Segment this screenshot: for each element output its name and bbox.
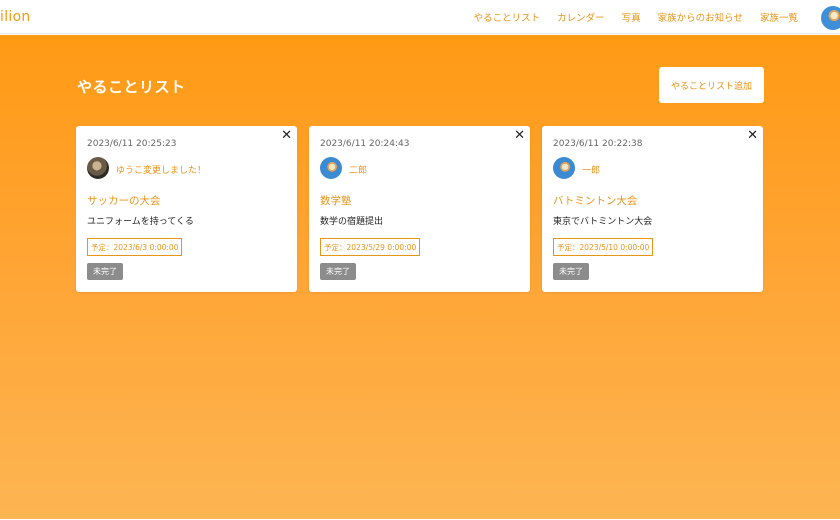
card-title[interactable]: サッカーの大会 bbox=[87, 193, 161, 208]
close-icon[interactable]: ✕ bbox=[514, 128, 525, 144]
status-button[interactable]: 未完了 bbox=[320, 263, 356, 280]
card-user-name[interactable]: 一郎 bbox=[582, 163, 600, 176]
photo-avatar bbox=[87, 157, 109, 179]
nav-link-family-list[interactable]: 家族一覧 bbox=[760, 10, 798, 24]
top-navbar: ilion やることリスト カレンダー 写真 家族からのお知らせ 家族一覧 bbox=[0, 0, 840, 34]
beach-avatar bbox=[320, 157, 342, 179]
close-icon[interactable]: ✕ bbox=[281, 128, 292, 144]
card-description: 東京でバトミントン大会 bbox=[553, 217, 653, 227]
add-todo-button[interactable]: やることリスト追加 bbox=[659, 67, 764, 103]
due-date-badge: 予定：2023/5/29 0:00:00 bbox=[320, 238, 421, 256]
beach-avatar bbox=[553, 157, 575, 179]
card-description: 数学の宿題提出 bbox=[320, 217, 384, 227]
nav-link-calendar[interactable]: カレンダー bbox=[557, 10, 605, 24]
status-button[interactable]: 未完了 bbox=[553, 263, 589, 280]
nav-link-photos[interactable]: 写真 bbox=[622, 10, 641, 24]
card-title[interactable]: バトミントン大会 bbox=[553, 193, 637, 208]
brand-logo[interactable]: ilion bbox=[0, 9, 31, 25]
card-user-name[interactable]: ゆうこ変更しました！ bbox=[116, 163, 206, 176]
card-description: ユニフォームを持ってくる bbox=[87, 217, 194, 227]
todo-card: ✕ 2023/6/11 20:24:43 二郎 数学塾 数学の宿題提出 予定：2… bbox=[309, 126, 530, 292]
nav-link-todo-list[interactable]: やることリスト bbox=[474, 10, 541, 24]
nav-link-family-notices[interactable]: 家族からのお知らせ bbox=[658, 10, 743, 24]
due-date-badge: 予定：2023/6/3 0:00:00 bbox=[87, 238, 183, 256]
page-title: やることリスト bbox=[77, 78, 186, 96]
todo-card: ✕ 2023/6/11 20:25:23 ゆうこ変更しました！ サッカーの大会 … bbox=[76, 126, 297, 292]
todo-card: ✕ 2023/6/11 20:22:38 一郎 バトミントン大会 東京でバトミン… bbox=[542, 126, 763, 292]
card-timestamp: 2023/6/11 20:25:23 bbox=[87, 139, 177, 149]
main-nav: やることリスト カレンダー 写真 家族からのお知らせ 家族一覧 bbox=[457, 0, 798, 34]
close-icon[interactable]: ✕ bbox=[747, 128, 758, 144]
card-timestamp: 2023/6/11 20:24:43 bbox=[320, 139, 410, 149]
due-date-badge: 予定：2023/5/10 0:00:00 bbox=[553, 238, 654, 256]
card-user-name[interactable]: 二郎 bbox=[349, 163, 367, 176]
card-title[interactable]: 数学塾 bbox=[320, 193, 352, 208]
card-timestamp: 2023/6/11 20:22:38 bbox=[553, 139, 643, 149]
status-button[interactable]: 未完了 bbox=[87, 263, 123, 280]
user-avatar[interactable] bbox=[821, 6, 840, 30]
